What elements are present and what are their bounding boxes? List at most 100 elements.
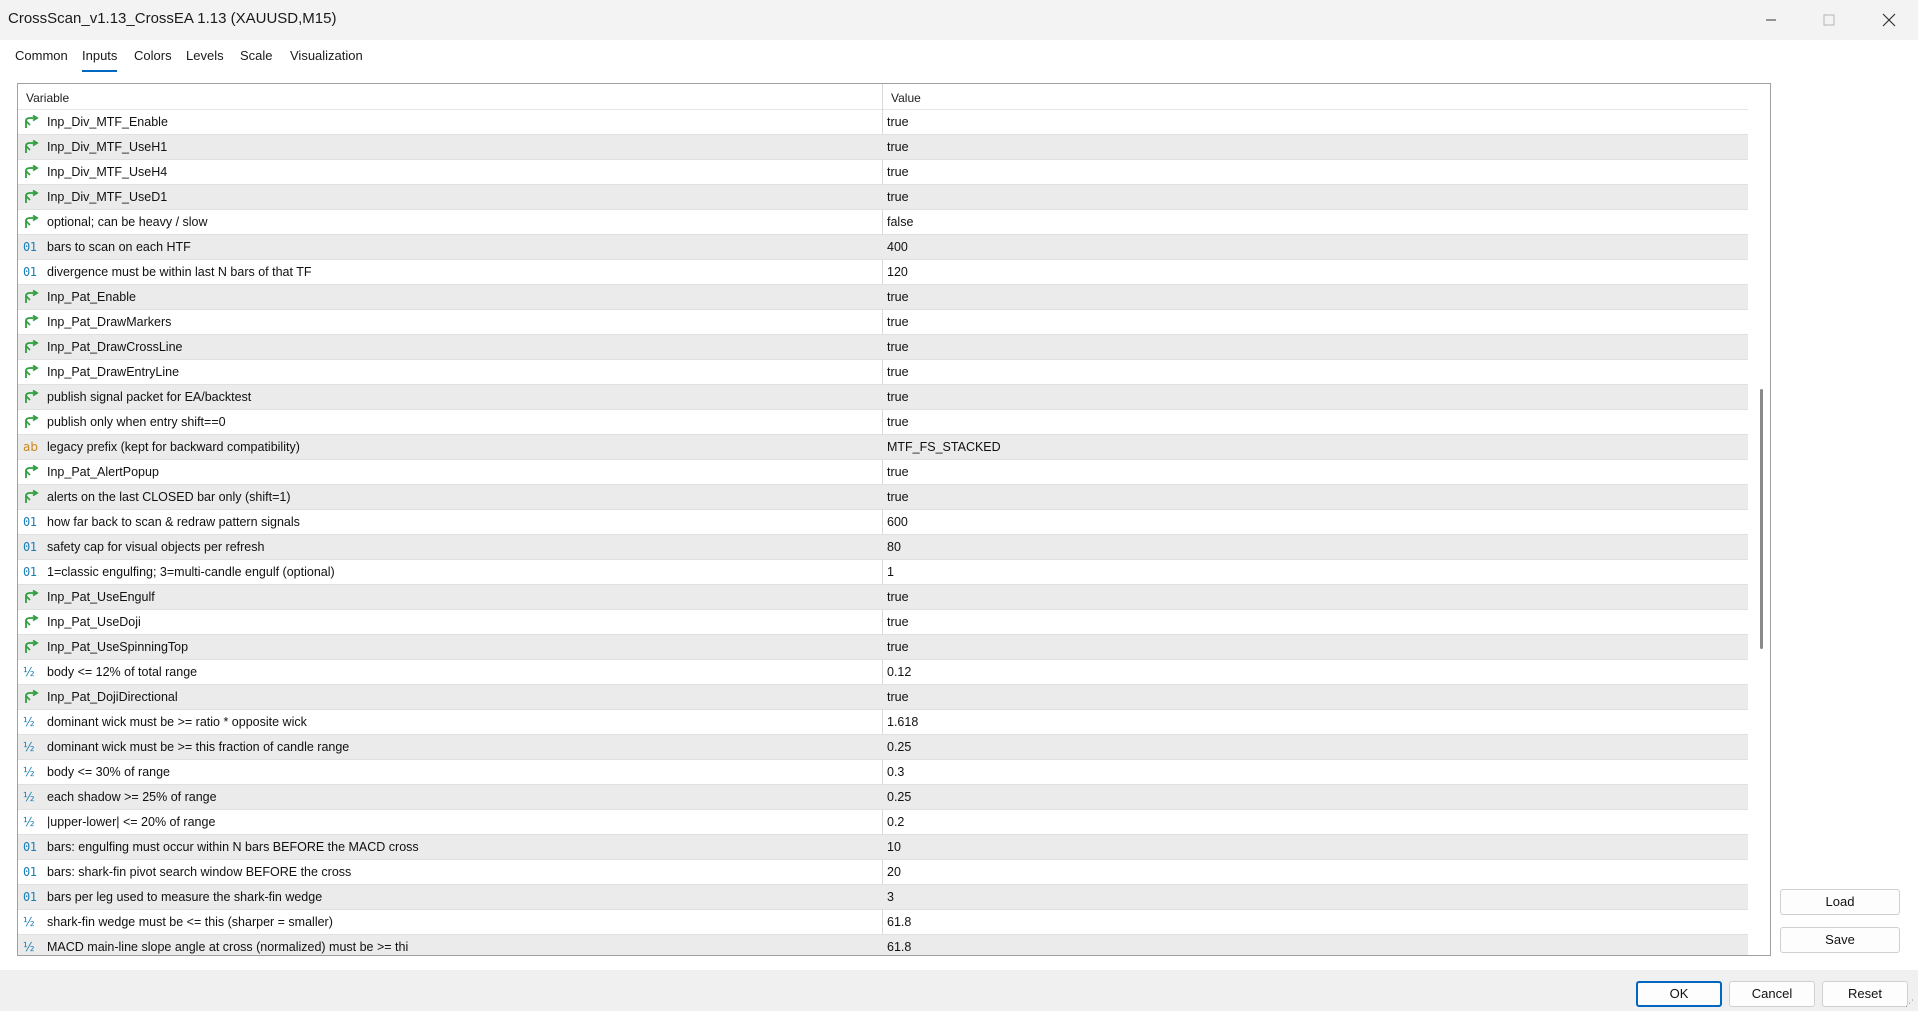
variable-name: body <= 30% of range xyxy=(47,765,171,779)
variable-value[interactable]: false xyxy=(887,210,913,234)
variable-value[interactable]: true xyxy=(887,135,909,159)
variable-value[interactable]: 0.3 xyxy=(887,760,904,784)
bool-arrow-icon xyxy=(23,414,41,430)
variable-value[interactable]: true xyxy=(887,635,909,659)
table-row[interactable]: Inp_Pat_DrawCrossLine true xyxy=(18,335,1748,360)
variable-value[interactable]: 80 xyxy=(887,535,901,559)
cancel-button[interactable]: Cancel xyxy=(1729,981,1815,1007)
variable-value[interactable]: true xyxy=(887,585,909,609)
variable-value[interactable]: 0.25 xyxy=(887,735,911,759)
tab-levels[interactable]: Levels xyxy=(186,48,224,70)
tab-colors[interactable]: Colors xyxy=(134,48,172,70)
table-row[interactable]: ½ body <= 30% of range 0.3 xyxy=(18,760,1748,785)
tab-visualization[interactable]: Visualization xyxy=(290,48,363,70)
variable-value[interactable]: true xyxy=(887,385,909,409)
table-row[interactable]: Inp_Pat_UseDoji true xyxy=(18,610,1748,635)
variable-value[interactable]: MTF_FS_STACKED xyxy=(887,435,1001,459)
variable-value[interactable]: true xyxy=(887,610,909,634)
variable-value[interactable]: true xyxy=(887,360,909,384)
variable-value[interactable]: 120 xyxy=(887,260,908,284)
tab-scale[interactable]: Scale xyxy=(240,48,273,70)
table-row[interactable]: publish signal packet for EA/backtest tru… xyxy=(18,385,1748,410)
tab-inputs[interactable]: Inputs xyxy=(82,48,118,72)
bool-arrow-icon xyxy=(23,489,41,505)
variable-name: body <= 12% of total range xyxy=(47,665,198,679)
maximize-button[interactable] xyxy=(1800,0,1858,40)
table-row[interactable]: ½ shark-fin wedge must be <= this (sharpe… xyxy=(18,910,1748,935)
variable-value[interactable]: true xyxy=(887,110,909,134)
table-row[interactable]: Inp_Pat_Enable true xyxy=(18,285,1748,310)
tab-common[interactable]: Common xyxy=(15,48,68,70)
table-row[interactable]: 01 bars: shark-fin pivot search window BE… xyxy=(18,860,1748,885)
table-row[interactable]: ab legacy prefix (kept for backward compa… xyxy=(18,435,1748,460)
table-row[interactable]: Inp_Div_MTF_UseH4 true xyxy=(18,160,1748,185)
table-row[interactable]: 01 divergence must be within last N bars … xyxy=(18,260,1748,285)
close-button[interactable] xyxy=(1860,0,1918,40)
table-row[interactable]: Inp_Div_MTF_UseH1 true xyxy=(18,135,1748,160)
load-button[interactable]: Load xyxy=(1780,889,1900,915)
table-row[interactable]: 01 bars to scan on each HTF 400 xyxy=(18,235,1748,260)
column-header-variable[interactable]: Variable xyxy=(26,84,69,110)
resize-grip-icon[interactable]: ⋰ xyxy=(1905,998,1917,1010)
variable-value[interactable]: 0.25 xyxy=(887,785,911,809)
table-row[interactable]: ½ each shadow >= 25% of range 0.25 xyxy=(18,785,1748,810)
variable-value[interactable]: true xyxy=(887,685,909,709)
table-row[interactable]: Inp_Pat_DrawEntryLine true xyxy=(18,360,1748,385)
variable-value[interactable]: 10 xyxy=(887,835,901,859)
variable-value[interactable]: true xyxy=(887,310,909,334)
variable-value[interactable]: true xyxy=(887,485,909,509)
table-row[interactable]: publish only when entry shift==0 true xyxy=(18,410,1748,435)
variable-value[interactable]: 400 xyxy=(887,235,908,259)
bool-arrow-icon xyxy=(23,639,41,655)
table-row[interactable]: 01 bars per leg used to measure the shark… xyxy=(18,885,1748,910)
table-row[interactable]: Inp_Pat_UseSpinningTop true xyxy=(18,635,1748,660)
minimize-button[interactable] xyxy=(1742,0,1800,40)
table-row[interactable]: Inp_Pat_DrawMarkers true xyxy=(18,310,1748,335)
variable-value[interactable]: true xyxy=(887,410,909,434)
variable-value[interactable]: true xyxy=(887,460,909,484)
variable-value[interactable]: 1.618 xyxy=(887,710,918,734)
table-row[interactable]: optional; can be heavy / slow false xyxy=(18,210,1748,235)
variable-value[interactable]: 20 xyxy=(887,860,901,884)
table-row[interactable]: 01 safety cap for visual objects per refr… xyxy=(18,535,1748,560)
double-icon: ½ xyxy=(23,740,35,754)
save-button[interactable]: Save xyxy=(1780,927,1900,953)
table-row[interactable]: 01 bars: engulfing must occur within N ba… xyxy=(18,835,1748,860)
variable-value[interactable]: 0.12 xyxy=(887,660,911,684)
variable-value[interactable]: 0.2 xyxy=(887,810,904,834)
scrollbar-thumb[interactable] xyxy=(1760,389,1763,649)
variable-name: 1=classic engulfing; 3=multi-candle engu… xyxy=(47,565,335,579)
ok-button[interactable]: OK xyxy=(1636,981,1722,1007)
reset-button[interactable]: Reset xyxy=(1822,981,1908,1007)
variable-value[interactable]: true xyxy=(887,285,909,309)
integer-icon: 01 xyxy=(23,240,37,254)
table-row[interactable]: 01 1=classic engulfing; 3=multi-candle en… xyxy=(18,560,1748,585)
variable-name: Inp_Pat_UseSpinningTop xyxy=(47,640,189,654)
table-row[interactable]: Inp_Div_MTF_Enable true xyxy=(18,110,1748,135)
bool-arrow-icon xyxy=(23,364,41,380)
table-row[interactable]: ½ MACD main-line slope angle at cross (no… xyxy=(18,935,1748,955)
vertical-scrollbar[interactable] xyxy=(1753,84,1770,955)
variable-value[interactable]: 600 xyxy=(887,510,908,534)
variable-value[interactable]: true xyxy=(887,335,909,359)
inputs-grid: Variable Value Inp_Div_MTF_Enable true Inp… xyxy=(17,83,1771,956)
variable-value[interactable]: true xyxy=(887,160,909,184)
variable-name: Inp_Pat_DrawMarkers xyxy=(47,315,172,329)
bool-arrow-icon xyxy=(23,164,41,180)
table-row[interactable]: ½ dominant wick must be >= ratio * opposi… xyxy=(18,710,1748,735)
column-header-value[interactable]: Value xyxy=(891,84,921,110)
table-row[interactable]: Inp_Pat_DojiDirectional true xyxy=(18,685,1748,710)
table-row[interactable]: ½ |upper-lower| <= 20% of range 0.2 xyxy=(18,810,1748,835)
table-row[interactable]: 01 how far back to scan & redraw pattern … xyxy=(18,510,1748,535)
variable-value[interactable]: 1 xyxy=(887,560,894,584)
variable-value[interactable]: true xyxy=(887,185,909,209)
variable-value[interactable]: 61.8 xyxy=(887,910,911,934)
table-row[interactable]: ½ body <= 12% of total range 0.12 xyxy=(18,660,1748,685)
variable-value[interactable]: 61.8 xyxy=(887,935,911,955)
variable-value[interactable]: 3 xyxy=(887,885,894,909)
table-row[interactable]: Inp_Pat_UseEngulf true xyxy=(18,585,1748,610)
table-row[interactable]: alerts on the last CLOSED bar only (shif… xyxy=(18,485,1748,510)
table-row[interactable]: Inp_Div_MTF_UseD1 true xyxy=(18,185,1748,210)
table-row[interactable]: Inp_Pat_AlertPopup true xyxy=(18,460,1748,485)
table-row[interactable]: ½ dominant wick must be >= this fraction … xyxy=(18,735,1748,760)
